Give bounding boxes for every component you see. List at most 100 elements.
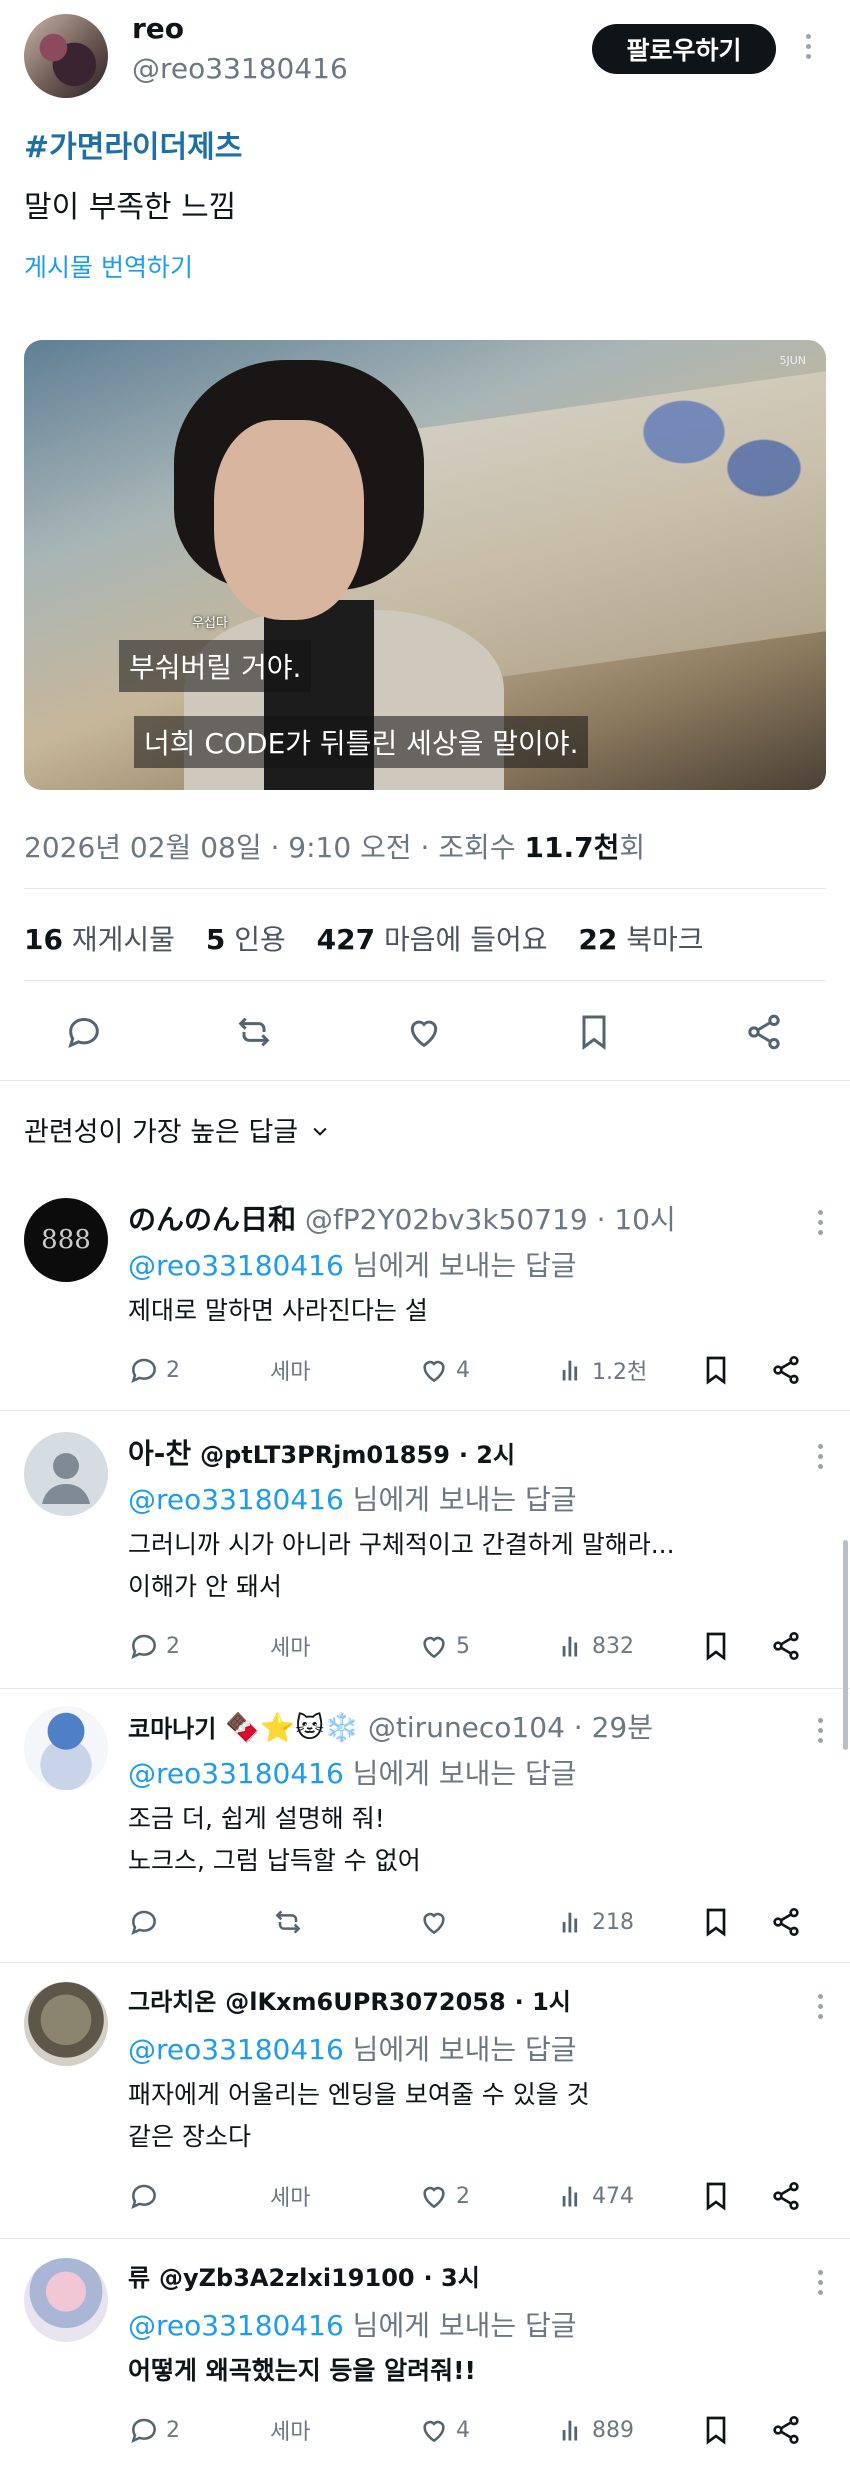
reposts-count[interactable]: 16 bbox=[24, 923, 63, 956]
reply-comment-button[interactable]: 2 bbox=[128, 1348, 180, 1392]
bookmarks-count[interactable]: 22 bbox=[578, 923, 617, 956]
reply-comment-button[interactable] bbox=[128, 2174, 166, 2218]
reply-like-button[interactable]: 5 bbox=[418, 1624, 470, 1668]
reply-author-handle[interactable]: @yZb3A2zlxi19100 bbox=[159, 2264, 415, 2292]
reply-action-bar: 2 세마 5 832 bbox=[128, 1624, 828, 1668]
views-count: 1.2천 bbox=[592, 1360, 648, 1385]
reply-repost-button[interactable]: 세마 bbox=[270, 2174, 310, 2218]
quotes-label[interactable]: 인용 bbox=[234, 923, 286, 956]
views-count: 218 bbox=[592, 1909, 634, 1935]
views-count: 11.7천 bbox=[524, 831, 620, 864]
reply-author-name[interactable]: 코마나기 bbox=[128, 1715, 216, 1743]
likes-count[interactable]: 427 bbox=[317, 923, 375, 956]
repost-label: 세마 bbox=[270, 1636, 311, 1661]
more-options-icon[interactable] bbox=[812, 1210, 828, 1235]
reply-repost-button[interactable]: 세마 bbox=[270, 1624, 310, 1668]
reply-author-name[interactable]: のんのん日和 bbox=[128, 1203, 296, 1236]
reply-views-button[interactable]: 1.2천 bbox=[558, 1348, 647, 1392]
reply-avatar[interactable] bbox=[24, 1706, 108, 1790]
like-icon bbox=[423, 2186, 445, 2209]
reply-like-button[interactable]: 4 bbox=[418, 1348, 470, 1392]
author-avatar[interactable] bbox=[24, 14, 108, 98]
likes-label[interactable]: 마음에 들어요 bbox=[384, 923, 547, 956]
bookmark-icon[interactable] bbox=[572, 1010, 616, 1054]
share-icon[interactable] bbox=[770, 2408, 802, 2452]
reply-repost-button[interactable]: 세마 bbox=[270, 2408, 310, 2452]
more-options-icon[interactable] bbox=[812, 1994, 828, 2019]
share-icon[interactable] bbox=[770, 1348, 802, 1392]
reply-author-line: 그라치온 @lKxm6UPR3072058 · 1시 bbox=[128, 1982, 571, 2017]
bookmark-icon[interactable] bbox=[700, 1624, 732, 1668]
reply-repost-button[interactable] bbox=[272, 1900, 310, 1944]
share-icon[interactable] bbox=[770, 1900, 802, 1944]
reposts-label[interactable]: 재게시물 bbox=[72, 923, 175, 956]
reply-views-button[interactable]: 474 bbox=[558, 2174, 634, 2218]
reply-author-name[interactable]: 아-찬 bbox=[128, 1437, 191, 1470]
bookmark-icon[interactable] bbox=[700, 1900, 732, 1944]
more-options-icon[interactable] bbox=[812, 1444, 828, 1469]
hashtag-link[interactable]: #가면라이더제츠 bbox=[24, 122, 242, 166]
like-icon bbox=[423, 2420, 445, 2443]
reply-time: · 2시 bbox=[458, 1441, 516, 1469]
share-icon[interactable] bbox=[770, 2174, 802, 2218]
follow-button[interactable]: 팔로우하기 bbox=[592, 24, 776, 74]
author-name[interactable]: reo bbox=[132, 12, 184, 45]
sort-label[interactable]: 관련성이 가장 높은 답글 bbox=[24, 1117, 298, 1148]
reply-views-button[interactable]: 889 bbox=[558, 2408, 634, 2452]
mention-link[interactable]: @reo33180416 bbox=[128, 1757, 344, 1790]
views-icon bbox=[562, 1360, 578, 1381]
mention-link[interactable]: @reo33180416 bbox=[128, 2033, 344, 2066]
repost-label: 세마 bbox=[270, 2420, 311, 2445]
reply-sort-dropdown[interactable]: 관련성이 가장 높은 답글 bbox=[24, 1110, 330, 1149]
reply-author-name[interactable]: 류 bbox=[128, 2264, 150, 2292]
reply-comment-button[interactable]: 2 bbox=[128, 2408, 180, 2452]
share-icon[interactable] bbox=[742, 1010, 786, 1054]
like-icon[interactable] bbox=[402, 1010, 446, 1054]
reply-avatar[interactable] bbox=[24, 1982, 108, 2066]
more-options-icon[interactable] bbox=[812, 2270, 828, 2295]
bookmark-icon[interactable] bbox=[700, 2408, 732, 2452]
post-header: reo @reo33180416 팔로우하기 bbox=[0, 0, 850, 110]
reply-repost-button[interactable]: 세마 bbox=[270, 1348, 310, 1392]
reply-author-handle[interactable]: @fP2Y02bv3k50719 bbox=[305, 1203, 588, 1236]
repost-icon[interactable] bbox=[232, 1010, 276, 1054]
scrollbar[interactable] bbox=[843, 1540, 848, 1750]
reply-like-button[interactable]: 4 bbox=[418, 2408, 470, 2452]
default-avatar-icon[interactable] bbox=[24, 1432, 108, 1516]
bookmark-icon[interactable] bbox=[700, 1348, 732, 1392]
mention-link[interactable]: @reo33180416 bbox=[128, 2309, 344, 2342]
reply-avatar[interactable]: 888 bbox=[24, 1198, 108, 1282]
background-graffiti bbox=[624, 360, 824, 540]
reply-count: 2 bbox=[166, 1357, 180, 1383]
divider bbox=[0, 1962, 850, 1963]
speaker-caption: 우섭다 bbox=[192, 616, 228, 631]
author-handle[interactable]: @reo33180416 bbox=[132, 52, 348, 85]
reply-like-button[interactable]: 2 bbox=[418, 2174, 470, 2218]
reply-views-button[interactable]: 832 bbox=[558, 1624, 634, 1668]
mention-link[interactable]: @reo33180416 bbox=[128, 1249, 344, 1282]
views-icon bbox=[562, 2420, 578, 2441]
quotes-count[interactable]: 5 bbox=[206, 923, 225, 956]
reply-author-line: 코마나기 🍫⭐🐱❄️ @tiruneco104 · 29분 bbox=[128, 1706, 653, 1746]
translate-post-link[interactable]: 게시물 번역하기 bbox=[24, 248, 193, 284]
more-options-icon[interactable] bbox=[800, 34, 816, 59]
mention-link[interactable]: @reo33180416 bbox=[128, 1483, 344, 1516]
reply-author-name[interactable]: 그라치온 bbox=[128, 1988, 216, 2016]
reply-icon[interactable] bbox=[62, 1010, 106, 1054]
reply-like-button[interactable] bbox=[418, 1900, 456, 1944]
reply-author-handle[interactable]: @ptLT3PRjm01859 bbox=[200, 1441, 450, 1469]
reply-comment-button[interactable]: 2 bbox=[128, 1624, 180, 1668]
reply-text: 제대로 말하면 사라진다는 설 bbox=[128, 1290, 428, 1332]
reply-comment-button[interactable] bbox=[128, 1900, 166, 1944]
post-media-image[interactable]: 5JUN 우섭다 부숴버릴 거야. 너희 CODE가 뒤틀린 세상을 말이야. bbox=[24, 340, 826, 790]
bookmark-icon[interactable] bbox=[700, 2174, 732, 2218]
more-options-icon[interactable] bbox=[812, 1718, 828, 1743]
reply-views-button[interactable]: 218 bbox=[558, 1900, 634, 1944]
reply-avatar[interactable] bbox=[24, 2258, 108, 2342]
share-icon[interactable] bbox=[770, 1624, 802, 1668]
reply-author-handle[interactable]: @tiruneco104 bbox=[368, 1711, 565, 1744]
post-action-bar bbox=[0, 990, 850, 1070]
bookmarks-label[interactable]: 북마크 bbox=[626, 923, 703, 956]
chevron-down-icon[interactable] bbox=[310, 1117, 330, 1148]
reply-author-handle[interactable]: @lKxm6UPR3072058 bbox=[225, 1988, 505, 2016]
